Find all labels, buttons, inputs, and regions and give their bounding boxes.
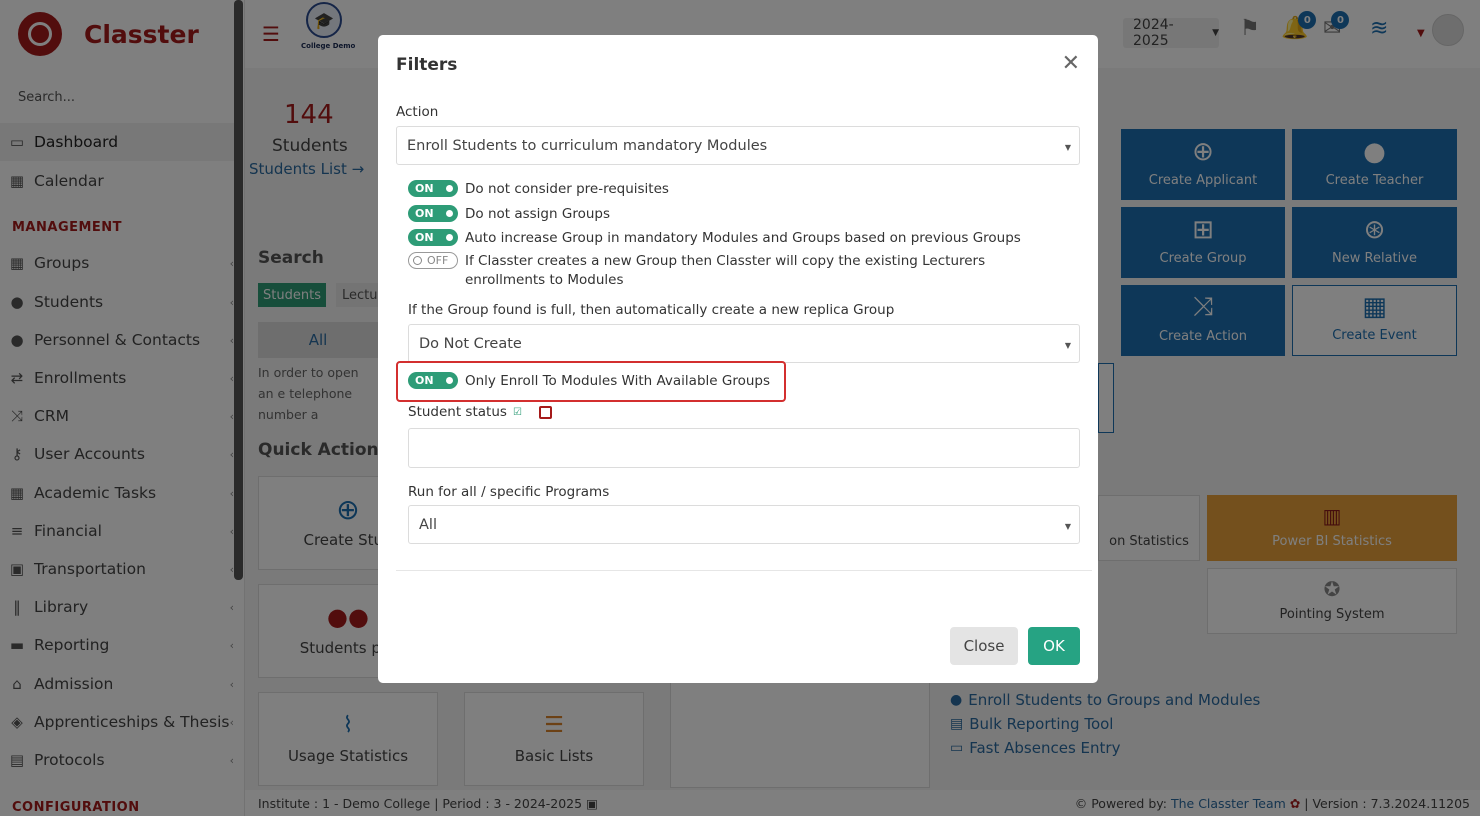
toggle-row-copy-lecturers: OFF If Classter creates a new Group then…: [408, 252, 1058, 290]
caret-down-icon: ▼: [1064, 522, 1071, 531]
ok-button[interactable]: OK: [1028, 627, 1080, 665]
filters-modal: Filters ✕ Action Enroll Students to curr…: [378, 35, 1098, 683]
toggle-available-groups[interactable]: ON: [408, 372, 458, 389]
student-status-label: Student status: [408, 404, 507, 420]
student-status-input[interactable]: [408, 428, 1080, 468]
action-label: Action: [396, 104, 439, 120]
programs-select[interactable]: All ▼: [408, 505, 1080, 544]
replica-select[interactable]: Do Not Create ▼: [408, 324, 1080, 363]
toggle-copy-lecturers[interactable]: OFF: [408, 252, 458, 269]
toggle-row-auto-increase: ON Auto increase Group in mandatory Modu…: [408, 229, 1021, 248]
caret-down-icon: ▼: [1064, 143, 1071, 152]
check-all-icon[interactable]: ☑: [511, 406, 524, 419]
toggle-auto-increase[interactable]: ON: [408, 229, 458, 246]
caret-down-icon: ▼: [1064, 341, 1071, 350]
uncheck-all-icon[interactable]: [539, 406, 552, 419]
action-select[interactable]: Enroll Students to curriculum mandatory …: [396, 126, 1080, 165]
toggle-prerequisites[interactable]: ON: [408, 180, 458, 197]
close-icon[interactable]: ✕: [1062, 51, 1080, 76]
programs-label: Run for all / specific Programs: [408, 484, 610, 500]
close-button[interactable]: Close: [950, 627, 1018, 665]
modal-divider: [396, 570, 1092, 571]
toggle-row-available-groups: ON Only Enroll To Modules With Available…: [408, 372, 770, 391]
toggle-assign-groups[interactable]: ON: [408, 205, 458, 222]
replica-label: If the Group found is full, then automat…: [408, 302, 895, 318]
toggle-row-prerequisites: ON Do not consider pre-requisites: [408, 180, 669, 199]
toggle-row-assign-groups: ON Do not assign Groups: [408, 205, 610, 224]
modal-title: Filters: [396, 55, 458, 75]
